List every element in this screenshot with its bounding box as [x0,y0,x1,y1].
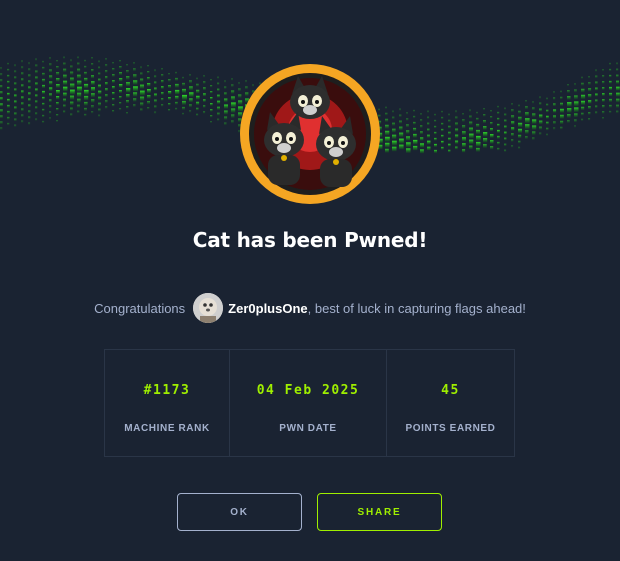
username-link[interactable]: Zer0plusOne [228,301,307,316]
congrats-prefix: Congratulations [94,300,186,316]
stat-label: PWN DATE [279,423,337,434]
stat-pwn-date: 04 Feb 2025 PWN DATE [230,350,387,456]
user-avatar-icon [193,293,224,323]
stat-points-earned: 45 POINTS EARNED [387,350,514,456]
stat-machine-rank: #1173 MACHINE RANK [105,350,230,456]
page-title: Cat has been Pwned! [192,228,428,252]
congratulations-message: Congratulations Zer0plusOne , best of lu… [0,292,620,324]
stat-value: #1173 [143,383,191,398]
stat-label: MACHINE RANK [124,423,210,434]
stat-label: POINTS EARNED [405,423,496,434]
stat-value: 45 [441,383,460,398]
stats-panel: #1173 MACHINE RANK 04 Feb 2025 PWN DATE … [104,349,515,457]
machine-badge-icon [240,64,380,204]
ok-button[interactable]: OK [177,493,302,531]
stat-value: 04 Feb 2025 [256,383,360,398]
congrats-suffix: , best of luck in capturing flags ahead! [307,300,526,316]
share-button[interactable]: SHARE [317,493,442,531]
